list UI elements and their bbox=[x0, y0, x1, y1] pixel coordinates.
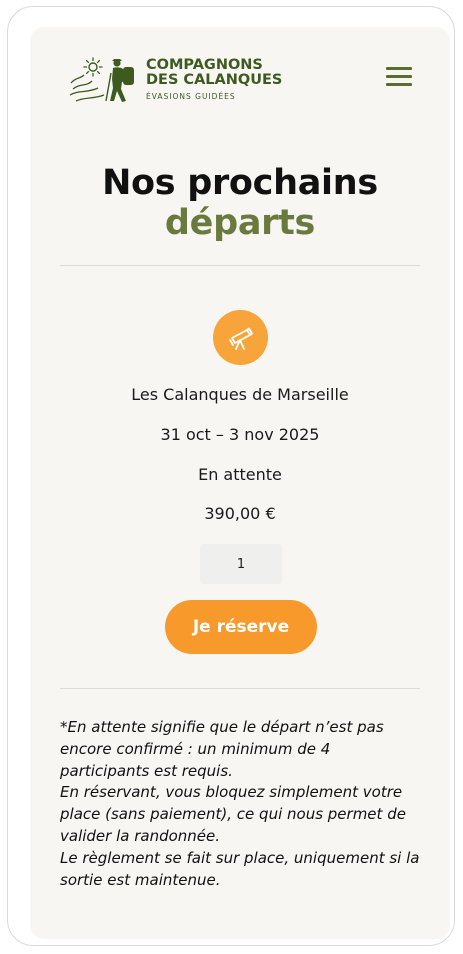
site-header: COMPAGNONS DES CALANQUES ÉVASIONS GUIDÉE… bbox=[30, 27, 450, 127]
booking-note: *En attente signifie que le départ n’est… bbox=[60, 717, 422, 891]
quantity-input[interactable] bbox=[200, 544, 282, 584]
divider-bottom bbox=[60, 688, 420, 689]
menu-bar bbox=[386, 67, 412, 70]
brand-name-line2: DES CALANQUES bbox=[146, 72, 283, 88]
brand-wordmark: COMPAGNONS DES CALANQUES ÉVASIONS GUIDÉE… bbox=[146, 58, 282, 104]
page-title-line1: Nos prochains bbox=[102, 163, 378, 203]
hiker-logo-icon bbox=[69, 57, 134, 102]
brand-tagline: ÉVASIONS GUIDÉES bbox=[146, 92, 236, 101]
note-line: *En attente signifie que le départ n’est… bbox=[60, 718, 384, 780]
brand-name-line1: COMPAGNONS bbox=[146, 57, 263, 73]
departure-price: 390,00 € bbox=[204, 504, 276, 523]
divider-top bbox=[60, 265, 420, 266]
reserve-button[interactable]: Je réserve bbox=[165, 600, 317, 654]
telescope-icon bbox=[213, 310, 268, 365]
note-line: Le règlement se fait sur place, uniqueme… bbox=[60, 848, 420, 889]
menu-bar bbox=[386, 83, 412, 86]
departure-dates: 31 oct – 3 nov 2025 bbox=[160, 425, 320, 444]
note-line: En réservant, vous bloquez simplement vo… bbox=[60, 783, 406, 845]
page-title-line2: départs bbox=[164, 203, 316, 243]
brand-logo[interactable]: COMPAGNONS DES CALANQUES ÉVASIONS GUIDÉE… bbox=[68, 57, 288, 105]
hamburger-menu-icon[interactable] bbox=[384, 65, 414, 89]
device-frame: COMPAGNONS DES CALANQUES ÉVASIONS GUIDÉE… bbox=[7, 6, 455, 946]
page-title: Nos prochains départs bbox=[30, 163, 450, 243]
menu-bar bbox=[386, 75, 412, 78]
screen: COMPAGNONS DES CALANQUES ÉVASIONS GUIDÉE… bbox=[30, 27, 450, 939]
departure-status: En attente bbox=[198, 465, 282, 484]
departure-destination: Les Calanques de Marseille bbox=[131, 385, 349, 404]
